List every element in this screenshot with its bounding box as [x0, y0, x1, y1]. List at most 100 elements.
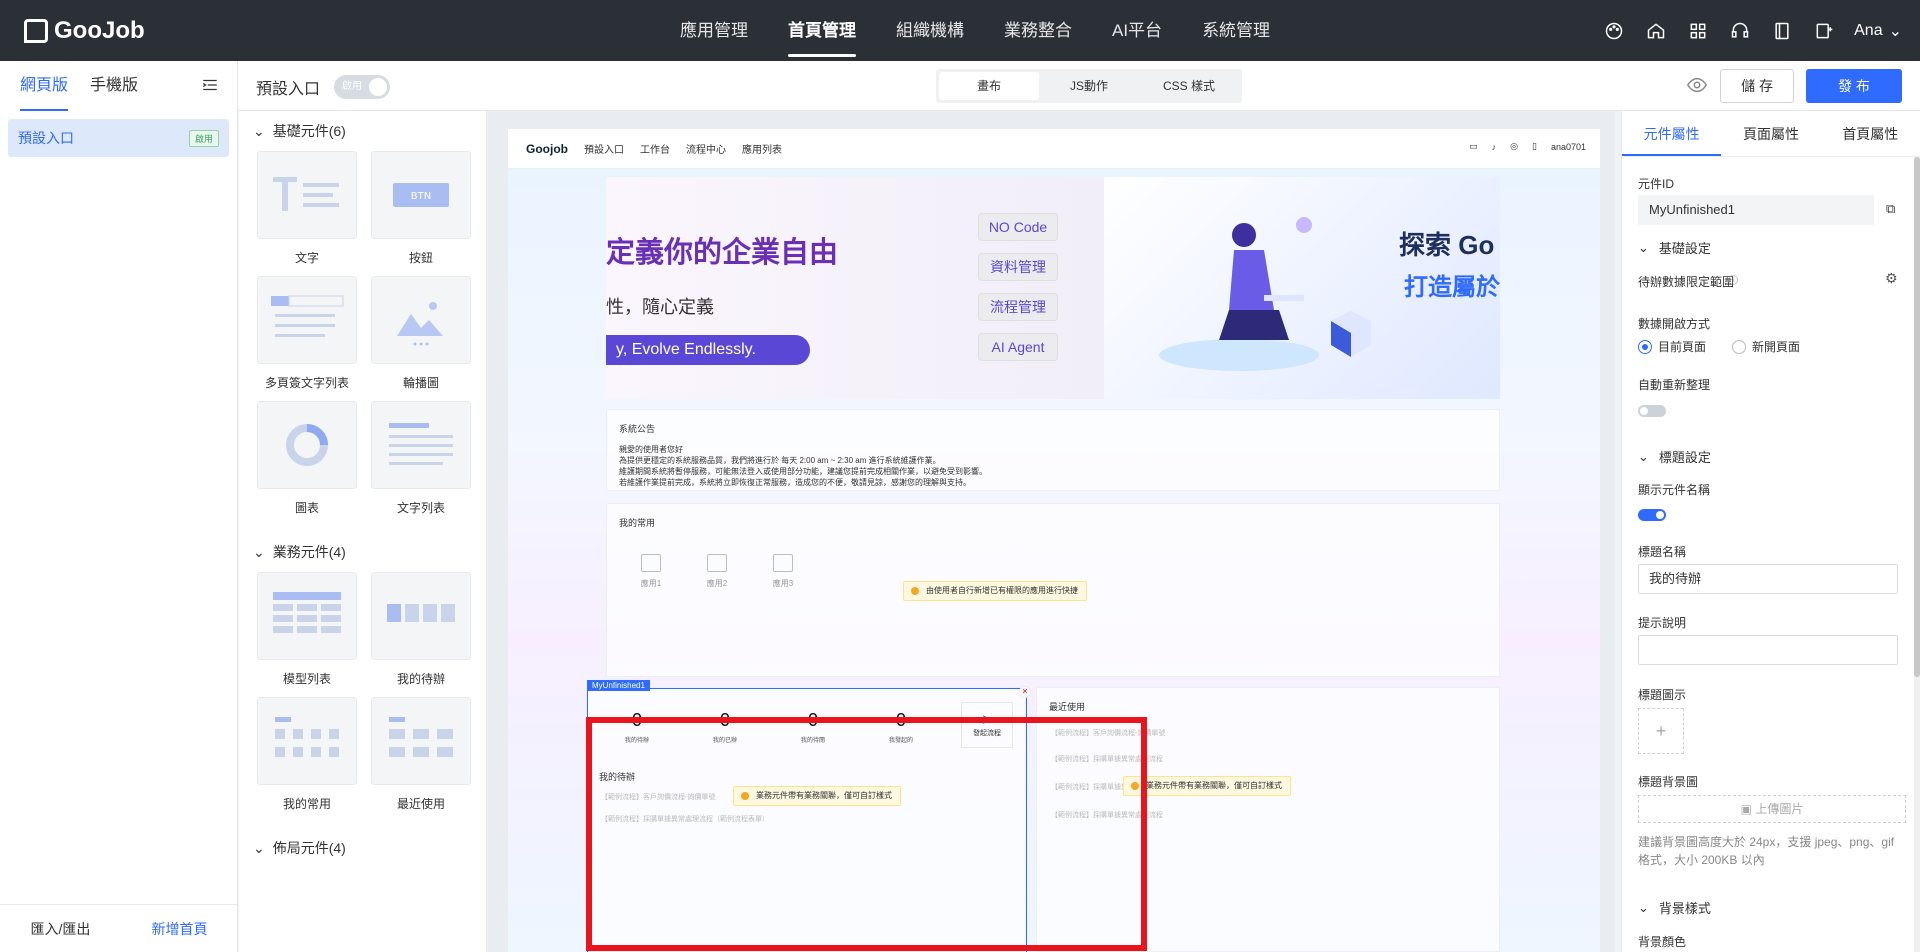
- user-menu[interactable]: Ana ⌄: [1854, 21, 1902, 41]
- recent-row[interactable]: 【範例流程】採購單據異常處理流程: [1051, 754, 1163, 764]
- collapse-menu-icon[interactable]: [201, 76, 219, 99]
- business-components-grid: 模型列表 我的待辦 我的常用 最近使用: [239, 572, 486, 828]
- image-icon: ▣: [1740, 802, 1756, 816]
- component-label: 圖表: [294, 501, 319, 515]
- import-export-button[interactable]: 匯入/匯出: [31, 919, 91, 939]
- help-icon[interactable]: ⓘ: [1728, 272, 1738, 287]
- gear-icon[interactable]: ⚙: [1885, 270, 1898, 287]
- recent-row[interactable]: 【範例流程】採購單據異常處理流程: [1051, 810, 1163, 820]
- scrollbar[interactable]: [1914, 157, 1920, 952]
- todo-range-label: 待辦數據限定範圍: [1638, 275, 1735, 289]
- announcement-title: 系統公告: [619, 424, 656, 434]
- upload-image-button[interactable]: ▣ 上傳圖片: [1638, 795, 1906, 823]
- tooltip-label: 提示說明: [1638, 616, 1687, 630]
- support-icon[interactable]: [1728, 19, 1752, 43]
- enable-toggle[interactable]: 啟用: [334, 75, 391, 99]
- basic-settings-section[interactable]: ⌄ 基礎設定: [1638, 238, 1711, 257]
- announcement-line: 親愛的使用者您好: [619, 445, 683, 454]
- preview-tab[interactable]: 應用列表: [742, 141, 782, 156]
- section-title: 基礎元件(6): [272, 123, 346, 139]
- favorites-thumbnail-icon: [275, 717, 339, 757]
- preview-eye-icon[interactable]: [1686, 74, 1708, 99]
- show-name-switch[interactable]: [1638, 509, 1666, 521]
- home-icon[interactable]: [1644, 19, 1668, 43]
- announcement-text: 親愛的使用者您好 為提供更穩定的系統服務品質，我們將進行於 每天 2:00 am…: [619, 444, 987, 488]
- nav-app-management[interactable]: 應用管理: [660, 0, 768, 61]
- my-todo-panel[interactable]: MyUnfinished1 ✕ 0 我的待辦 0 我的已辦 0 我的待閱 0 我發起的 …: [586, 680, 1031, 952]
- page-title-group: 預設入口 啟用: [256, 75, 391, 99]
- component-my-todo[interactable]: 我的待辦: [371, 572, 471, 687]
- component-my-favorites[interactable]: 我的常用: [257, 697, 357, 812]
- page-item-default[interactable]: 預設入口 啟用: [8, 119, 229, 157]
- recent-panel[interactable]: 最近使用 【範例流程】客戶詢價流程-詢價單號 【範例流程】採購單據異常處理流程 …: [1036, 687, 1500, 952]
- delete-icon[interactable]: ✕: [1019, 686, 1031, 698]
- tab-page-props[interactable]: 頁面屬性: [1721, 111, 1820, 156]
- radio-new-page[interactable]: 新開頁面: [1732, 338, 1800, 355]
- add-document-icon[interactable]: [1812, 19, 1836, 43]
- save-button[interactable]: 儲 存: [1720, 69, 1794, 103]
- show-name-label: 顯示元件名稱: [1638, 483, 1711, 497]
- component-carousel[interactable]: 輪播圖: [371, 276, 471, 391]
- recent-thumbnail-icon: [389, 717, 453, 757]
- nav-system-management[interactable]: 系統管理: [1182, 0, 1290, 61]
- auto-refresh-label: 自動重新整理: [1638, 378, 1711, 392]
- tab-component-props[interactable]: 元件屬性: [1622, 111, 1722, 156]
- announcement-panel[interactable]: 系統公告 親愛的使用者您好 為提供更穩定的系統服務品質，我們將進行於 每天 2:…: [606, 409, 1500, 491]
- nav-organization[interactable]: 組織機構: [876, 0, 984, 61]
- tooltip-input[interactable]: [1638, 635, 1898, 665]
- page-item-label: 預設入口: [18, 130, 74, 146]
- nav-home-management[interactable]: 首頁管理: [768, 0, 876, 61]
- component-library: ⌄ 基礎元件(6) 文字 BTN 按鈕 多頁簽文字列表 輪播圖 圖表 文字列表 ⌄ 業…: [239, 111, 487, 952]
- component-text[interactable]: 文字: [257, 151, 357, 266]
- tab-css-style[interactable]: CSS 樣式: [1139, 72, 1239, 100]
- tab-mobile[interactable]: 手機版: [90, 61, 138, 111]
- todo-row[interactable]: 【範例流程】客戶詢價流程-詢價單號: [601, 792, 715, 802]
- title-settings-section[interactable]: ⌄ 標題設定: [1638, 447, 1711, 466]
- launch-process-button[interactable]: ➤ 發起流程: [961, 702, 1013, 748]
- carousel-banner[interactable]: 定義你的企業自由 性，隨心定義 y, Evolve Endlessly. NO …: [606, 177, 1500, 399]
- favorites-panel[interactable]: 我的常用 應用1 應用2 應用3 由使用者自行新增已有權限的應用進行快捷: [606, 503, 1500, 677]
- component-chart[interactable]: 圖表: [257, 401, 357, 516]
- button-thumbnail-icon: BTN: [393, 183, 449, 207]
- component-text-list[interactable]: 文字列表: [371, 401, 471, 516]
- tab-home-props[interactable]: 首頁屬性: [1821, 111, 1920, 156]
- favorite-app: 應用3: [763, 554, 803, 589]
- component-id-field[interactable]: MyUnfinished1: [1638, 195, 1874, 225]
- tab-web[interactable]: 網頁版: [20, 61, 69, 111]
- chart-thumbnail-icon: [286, 424, 328, 466]
- bg-style-section[interactable]: ⌄ 背景樣式: [1638, 898, 1711, 917]
- component-model-list[interactable]: 模型列表: [257, 572, 357, 687]
- chevron-down-icon: ⌄: [1888, 22, 1902, 40]
- title-name-input[interactable]: 我的待辦: [1638, 564, 1898, 594]
- nav-ai-platform[interactable]: AI平台: [1092, 0, 1182, 61]
- properties-panel: 元件屬性 頁面屬性 首頁屬性 元件ID MyUnfinished1 ⧉ ⌄ 基礎設…: [1621, 111, 1920, 952]
- add-icon-button[interactable]: +: [1638, 708, 1684, 754]
- copy-icon[interactable]: ⧉: [1886, 201, 1895, 217]
- preview-tab[interactable]: 流程中心: [686, 141, 726, 156]
- recent-row[interactable]: 【範例流程】客戶詢價流程-詢價單號: [1051, 728, 1165, 738]
- send-icon: ➤: [981, 711, 993, 727]
- apps-grid-icon[interactable]: [1686, 19, 1710, 43]
- publish-button[interactable]: 發 布: [1806, 69, 1902, 103]
- todo-row[interactable]: 【範例流程】採購單據異常處理流程（範例流程表單）: [601, 814, 769, 824]
- nav-business-integration[interactable]: 業務整合: [984, 0, 1092, 61]
- radio-current-page[interactable]: 目前頁面: [1638, 338, 1706, 355]
- section-layout-components[interactable]: ⌄ 佈局元件(4): [239, 828, 486, 868]
- tab-js-actions[interactable]: JS動作: [1039, 72, 1139, 100]
- section-basic-components[interactable]: ⌄ 基礎元件(6): [239, 111, 486, 151]
- component-recent[interactable]: 最近使用: [371, 697, 471, 812]
- component-button[interactable]: BTN 按鈕: [371, 151, 471, 266]
- palette-icon[interactable]: [1602, 19, 1626, 43]
- add-home-button[interactable]: 新增首頁: [151, 919, 207, 939]
- book-icon[interactable]: [1770, 19, 1794, 43]
- component-tabbed-text-list[interactable]: 多頁簽文字列表: [257, 276, 357, 391]
- title-icon-label: 標題圖示: [1638, 688, 1687, 702]
- auto-refresh-switch[interactable]: [1638, 405, 1666, 417]
- bg-image-label: 標題背景圖: [1638, 775, 1699, 789]
- preview-tab[interactable]: 工作台: [640, 141, 670, 156]
- logo-mark-icon: [24, 19, 48, 43]
- preview-tab[interactable]: 預設入口: [584, 141, 624, 156]
- tab-canvas[interactable]: 畫布: [939, 72, 1039, 100]
- section-business-components[interactable]: ⌄ 業務元件(4): [239, 532, 486, 572]
- goojob-logo[interactable]: GooJob: [24, 17, 145, 45]
